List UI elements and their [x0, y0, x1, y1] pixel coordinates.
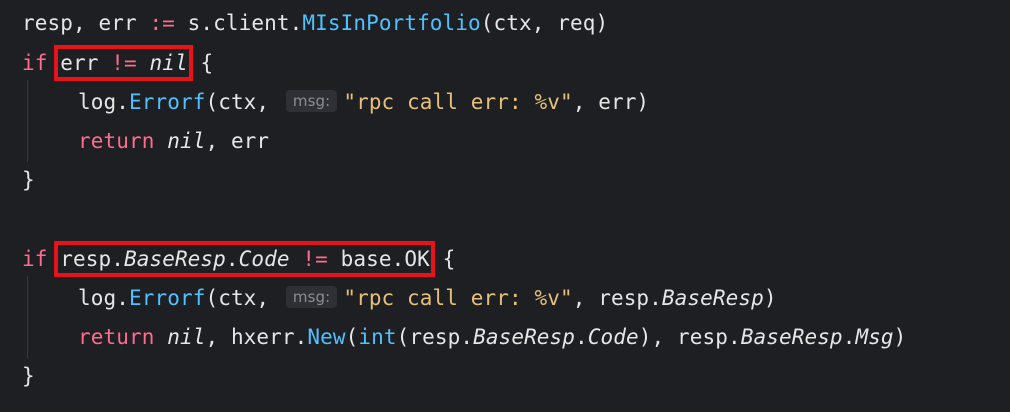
token-field: Code: [238, 247, 290, 271]
code-line-1[interactable]: resp, err := s.client.MIsInPortfolio(ctx…: [22, 8, 608, 38]
token-function: New: [307, 325, 346, 349]
token: .: [575, 325, 588, 349]
token-operator: !=: [302, 247, 328, 271]
token-keyword: return: [78, 129, 155, 153]
token: err: [60, 51, 112, 75]
token: log.: [78, 90, 129, 114]
token-field: BaseResp: [661, 286, 764, 310]
token: ): [763, 286, 777, 310]
token-field: BaseResp: [123, 247, 226, 271]
token-operator: :=: [149, 11, 175, 35]
code-editor[interactable]: resp, err := s.client.MIsInPortfolio(ctx…: [0, 0, 1010, 412]
token: {: [187, 51, 214, 75]
code-line-8[interactable]: return nil, hxerr.New(int(resp.BaseResp.…: [78, 322, 906, 352]
token: (ctx,: [205, 286, 270, 310]
token-string: "rpc call err: %v": [343, 286, 573, 310]
token: , hxerr.: [205, 325, 308, 349]
token: resp.: [60, 247, 124, 271]
token: , err: [205, 129, 270, 153]
token-nil: nil: [167, 325, 206, 349]
token-function: Errorf: [128, 286, 206, 310]
token-keyword: if: [22, 51, 48, 75]
token-keyword: return: [78, 325, 155, 349]
token-nil: nil: [149, 51, 188, 75]
token: resp, err: [22, 11, 150, 35]
code-line-3[interactable]: log.Errorf(ctx, msg: "rpc call err: %v", …: [78, 87, 649, 117]
token: s.client.: [174, 11, 303, 35]
code-line-5[interactable]: }: [22, 165, 35, 195]
token-function: Errorf: [128, 90, 206, 114]
token: , resp.: [572, 286, 662, 310]
token: {: [429, 247, 456, 271]
token: (ctx, req): [480, 11, 609, 35]
token: ): [893, 325, 907, 349]
token-function: int: [358, 325, 397, 349]
token: }: [22, 168, 35, 192]
code-line-9[interactable]: }: [22, 361, 35, 391]
indent-guide: [27, 276, 28, 358]
token: .: [842, 325, 856, 349]
token: ), resp.: [638, 325, 741, 349]
token-field: Msg: [855, 325, 894, 349]
token: }: [22, 364, 35, 388]
token-operator: !=: [111, 51, 137, 75]
token: log.: [78, 286, 129, 310]
highlight-box-err-nil: err != nil: [54, 45, 194, 81]
token: (: [345, 325, 359, 349]
code-line-4[interactable]: return nil, err: [78, 126, 269, 156]
token: (resp.: [396, 325, 474, 349]
token-nil: nil: [167, 129, 206, 153]
token-function: MIsInPortfolio: [302, 11, 481, 35]
code-line-7[interactable]: log.Errorf(ctx, msg: "rpc call err: %v", …: [78, 283, 777, 313]
token-string: "rpc call err: %v": [343, 90, 573, 114]
token: , err): [572, 90, 650, 114]
token: (ctx,: [205, 90, 270, 114]
code-line-6[interactable]: if resp.BaseResp.Code != base.OK {: [22, 241, 456, 277]
token-field: BaseResp: [473, 325, 576, 349]
token-keyword: if: [22, 247, 48, 271]
highlight-box-base-resp-code: resp.BaseResp.Code != base.OK: [54, 241, 435, 277]
token: .: [225, 247, 239, 271]
inlay-hint: msg:: [285, 90, 338, 112]
inlay-hint: msg:: [285, 286, 338, 308]
token: base.OK: [340, 247, 430, 271]
token-field: Code: [587, 325, 639, 349]
code-line-2[interactable]: if err != nil {: [22, 45, 214, 81]
token-field: BaseResp: [740, 325, 843, 349]
indent-guide: [27, 80, 28, 162]
